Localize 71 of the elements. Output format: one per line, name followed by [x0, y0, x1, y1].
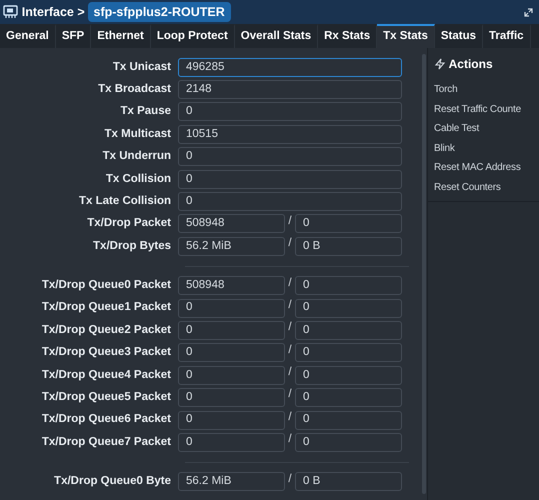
value-field[interactable]: 0	[178, 432, 285, 452]
field-label: Tx/Drop Queue1 Packet	[40, 300, 172, 316]
value-field[interactable]: 0	[295, 410, 402, 430]
value-field[interactable]: 0	[295, 343, 402, 362]
value-field[interactable]: 0	[295, 276, 402, 296]
value-field[interactable]: 0	[178, 147, 402, 166]
value-field[interactable]: 0	[295, 298, 402, 318]
value-field[interactable]: 0	[178, 192, 402, 212]
value-field[interactable]: 0	[178, 388, 285, 408]
field-label: Tx/Drop Queue0 Packet	[40, 278, 172, 294]
value-field[interactable]: 0	[295, 432, 402, 452]
value-field[interactable]: 10515	[178, 124, 402, 144]
value-field[interactable]: 0	[295, 366, 402, 385]
breadcrumb-section[interactable]: Interface >	[22, 2, 85, 22]
field-label: Tx/Drop Bytes	[92, 238, 172, 254]
field-label: Tx Broadcast	[97, 82, 172, 97]
value-field[interactable]: 508948	[178, 276, 285, 296]
separator-text: /	[287, 472, 293, 487]
value-field[interactable]: 0 B	[295, 472, 402, 492]
field-label: Tx/Drop Queue7 Packet	[40, 434, 172, 450]
value-field[interactable]: 56.2 MiB	[178, 236, 285, 256]
value-field[interactable]: 0	[178, 366, 285, 385]
field-label: Tx/Drop Queue6 Packet	[40, 412, 172, 428]
separator-text: /	[287, 410, 293, 425]
value-field[interactable]: 0	[295, 388, 402, 408]
value-field[interactable]: 0	[178, 343, 285, 362]
field-label: Tx/Drop Packet	[86, 216, 172, 232]
separator-text: /	[287, 342, 293, 358]
tab[interactable]: Tx Stats	[377, 24, 435, 48]
network-card-icon	[2, 5, 19, 19]
separator-text: /	[287, 236, 293, 252]
field-label: Tx Pause	[120, 104, 172, 120]
value-field[interactable]: 56.2 MiB	[178, 472, 285, 492]
value-field[interactable]: 0	[178, 102, 402, 122]
value-field[interactable]: 496285	[178, 58, 402, 77]
field-label: Tx Underrun	[102, 149, 172, 164]
separator-text: /	[287, 320, 293, 336]
panel-title: Actions	[448, 56, 493, 73]
action-link[interactable]: Blink	[428, 138, 539, 158]
separator-text: /	[287, 298, 293, 313]
field-label: Tx/Drop Queue2 Packet	[40, 322, 172, 338]
separator-text: /	[287, 432, 293, 448]
value-field[interactable]: 508948	[178, 214, 285, 234]
field-label: Tx/Drop Queue5 Packet	[40, 390, 172, 406]
value-field[interactable]: 0 B	[295, 236, 402, 256]
field-label: Tx Unicast	[112, 60, 172, 75]
field-label: Tx Late Collision	[78, 194, 172, 209]
value-field[interactable]: 0	[295, 214, 402, 234]
value-field[interactable]: 0	[178, 410, 285, 430]
value-field[interactable]: 0	[295, 320, 402, 340]
action-link[interactable]: Reset Counters	[428, 178, 539, 197]
field-label: Tx/Drop Queue4 Packet	[40, 368, 172, 383]
value-field[interactable]: 0	[178, 320, 285, 340]
value-field[interactable]: 0	[178, 170, 402, 189]
separator-text: /	[287, 365, 293, 380]
field-label: Tx Collision	[104, 172, 172, 187]
separator-text: /	[287, 387, 293, 402]
value-field[interactable]: 0	[178, 298, 285, 318]
separator-text: /	[287, 276, 293, 291]
action-link[interactable]: Reset MAC Address	[428, 158, 539, 178]
breadcrumb-item[interactable]: sfp-sfpplus2-ROUTER	[88, 2, 231, 22]
lightning-icon	[434, 58, 446, 70]
action-link[interactable]: Cable Test	[428, 119, 539, 138]
action-link[interactable]: Torch	[428, 80, 539, 100]
action-link[interactable]: Reset Traffic Counte	[428, 100, 539, 119]
value-field[interactable]: 2148	[178, 80, 402, 100]
separator-text: /	[287, 214, 293, 229]
field-label: Tx/Drop Queue3 Packet	[40, 345, 172, 360]
field-label: Tx/Drop Queue0 Byte	[53, 474, 172, 490]
expand-icon[interactable]	[524, 8, 534, 16]
field-label: Tx Multicast	[104, 126, 172, 142]
